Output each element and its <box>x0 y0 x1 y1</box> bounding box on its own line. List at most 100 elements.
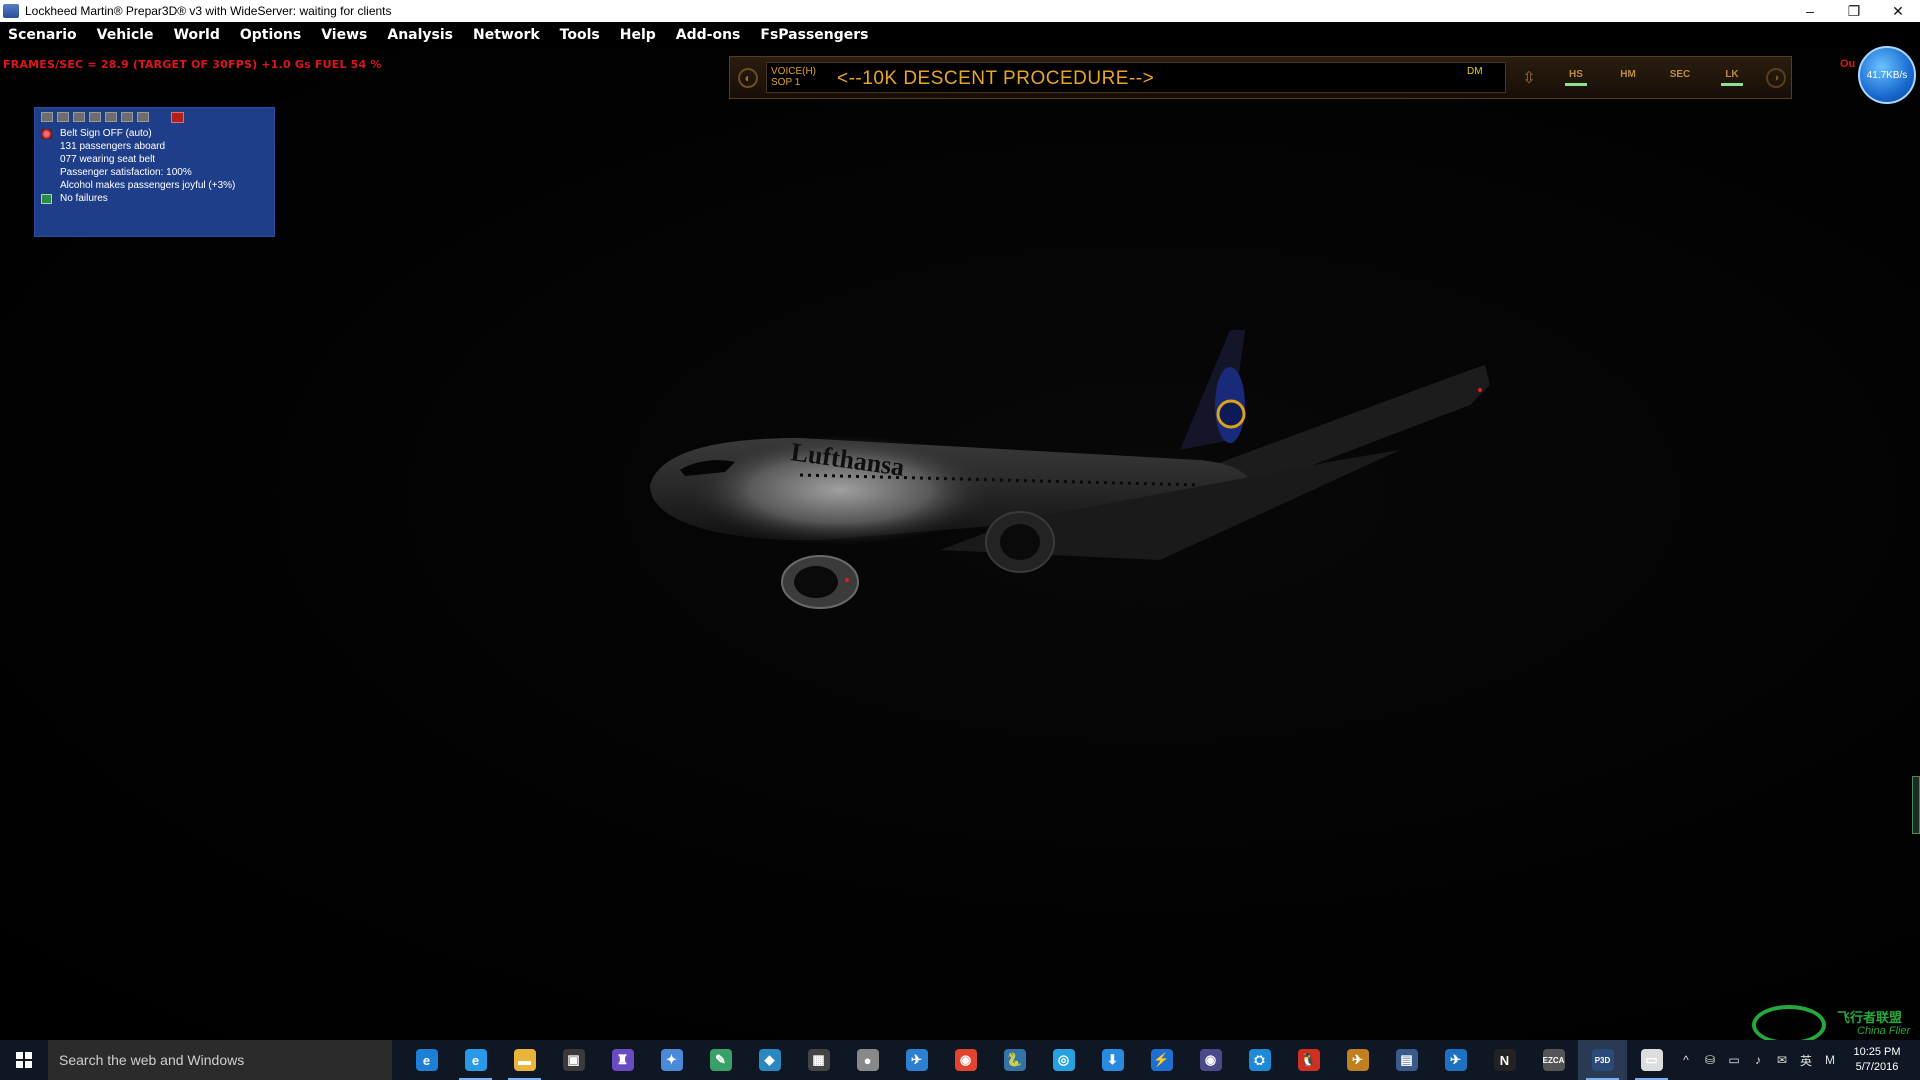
nav-light <box>1478 388 1482 392</box>
clock-date: 5/7/2016 <box>1855 1061 1899 1073</box>
search-input[interactable]: Search the web and Windows <box>48 1040 392 1080</box>
minimize-button[interactable]: – <box>1788 0 1832 22</box>
taskbar-app-python[interactable]: 🐍 <box>990 1040 1039 1080</box>
taskbar-app-app-5[interactable]: ♜ <box>598 1040 647 1080</box>
belt-icon <box>41 128 52 139</box>
volume-icon[interactable]: ♪ <box>1746 1053 1770 1067</box>
menu-fspassengers[interactable]: FsPassengers <box>760 27 868 43</box>
app-14-icon: ◎ <box>1052 1049 1075 1071</box>
taskbar-app-ezca[interactable]: EZCA <box>1529 1040 1578 1080</box>
taskbar-app-app-17[interactable]: ◉ <box>1186 1040 1235 1080</box>
app-6-icon: ✦ <box>660 1049 683 1071</box>
fs2crew-sop-bar: ◐ VOICE(H) SOP 1 <--10K DESCENT PROCEDUR… <box>729 56 1792 99</box>
voice-label: VOICE(H) <box>771 66 816 77</box>
updown-arrows-icon[interactable]: ⇳ <box>1516 63 1542 93</box>
toolbar-btn-3[interactable] <box>73 112 85 122</box>
menu-world[interactable]: World <box>174 27 220 43</box>
toolbar-btn-2[interactable] <box>57 112 69 122</box>
fps-readout: FRAMES/SEC = 28.9 (TARGET OF 30FPS) +1.0… <box>3 58 382 71</box>
toolbar-btn-6[interactable] <box>121 112 133 122</box>
menu-views[interactable]: Views <box>321 27 367 43</box>
sop-display: VOICE(H) SOP 1 <--10K DESCENT PROCEDURE-… <box>766 62 1506 93</box>
fspassengers-panel[interactable]: Belt Sign OFF (auto) 131 passengers aboa… <box>34 107 275 237</box>
taskbar-app-chrome[interactable]: ◉ <box>941 1040 990 1080</box>
taskbar-app-app-8[interactable]: ◆ <box>745 1040 794 1080</box>
taskbar-app-app-6[interactable]: ✦ <box>647 1040 696 1080</box>
taskbar-app-app-21[interactable]: ▤ <box>1382 1040 1431 1080</box>
start-button[interactable] <box>0 1040 48 1080</box>
notifications-icon[interactable]: ✉ <box>1770 1053 1794 1067</box>
clock[interactable]: 10:25 PM 5/7/2016 <box>1842 1045 1912 1075</box>
taskbar-app-p3d[interactable]: P3D <box>1578 1040 1627 1080</box>
lk-button[interactable]: LK <box>1714 63 1750 93</box>
pax-status-line: Alcohol makes passengers joyful (+3%) <box>60 180 236 191</box>
sec-button[interactable]: SEC <box>1662 63 1698 93</box>
sop-label: SOP 1 <box>771 77 801 88</box>
taskbar-app-app-11[interactable]: ✈ <box>892 1040 941 1080</box>
close-button[interactable]: ✕ <box>1876 0 1920 22</box>
network-icon[interactable]: ▭ <box>1722 1053 1746 1067</box>
store-icon: ▣ <box>562 1049 585 1071</box>
app-5-icon: ♜ <box>611 1049 634 1071</box>
taskbar-app-app-14[interactable]: ◎ <box>1039 1040 1088 1080</box>
pax-status-line: 077 wearing seat belt <box>60 154 156 165</box>
menu-help[interactable]: Help <box>620 27 656 43</box>
window-title: Lockheed Martin® Prepar3D® v3 with WideS… <box>25 4 392 18</box>
voice-toggle-icon[interactable]: ◐ <box>738 67 758 88</box>
taskbar-app-app-18[interactable]: ⛭ <box>1235 1040 1284 1080</box>
panel-close-icon[interactable] <box>171 112 184 123</box>
taskbar-app-app-19[interactable]: 🐧 <box>1284 1040 1333 1080</box>
toolbar-btn-5[interactable] <box>105 112 117 122</box>
hm-button[interactable]: HM <box>1610 63 1646 93</box>
menu-options[interactable]: Options <box>240 27 301 43</box>
taskbar-app-app-15[interactable]: ⬇ <box>1088 1040 1137 1080</box>
taskbar-app-store[interactable]: ▣ <box>549 1040 598 1080</box>
watermark-logo: 飞行者联盟 China Flier <box>1752 1005 1920 1045</box>
menu-vehicle[interactable]: Vehicle <box>97 27 154 43</box>
menu-bar: Scenario Vehicle World Options Views Ana… <box>0 22 1920 48</box>
toolbar-btn-4[interactable] <box>89 112 101 122</box>
taskbar-app-app-23[interactable]: N <box>1480 1040 1529 1080</box>
app-18-icon: ⛭ <box>1248 1049 1271 1071</box>
ime-icon[interactable]: 英 <box>1794 1052 1818 1069</box>
scroll-handle[interactable] <box>1912 776 1920 834</box>
title-bar: Lockheed Martin® Prepar3D® v3 with WideS… <box>0 0 1920 22</box>
tray-chevron-icon[interactable]: ^ <box>1674 1053 1698 1067</box>
taskbar-app-edge[interactable]: e <box>402 1040 451 1080</box>
settings-knob-icon[interactable]: ◑ <box>1766 67 1786 88</box>
tray-app-icon[interactable]: ⛁ <box>1698 1053 1722 1067</box>
app-17-icon: ◉ <box>1199 1049 1222 1071</box>
menu-tools[interactable]: Tools <box>560 27 600 43</box>
dm-label: DM <box>1467 66 1483 77</box>
taskbar-apps: e e ▬ ▣ ♜ ✦ ✎ ◆ ▦ ● ✈ ◉ 🐍 ◎ ⬇ ⚡ ◉ ⛭ 🐧 ✈ ▤ ✈ N EZCA P3D ▭ <box>402 1040 1676 1080</box>
app-20-icon: ✈ <box>1346 1049 1369 1071</box>
taskbar-app-app-22[interactable]: ✈ <box>1431 1040 1480 1080</box>
p3d-icon: P3D <box>1591 1049 1614 1071</box>
hs-button[interactable]: HS <box>1558 63 1594 93</box>
taskbar-app-app-7[interactable]: ✎ <box>696 1040 745 1080</box>
network-speed-bubble[interactable]: 41.7KB/s <box>1858 46 1916 104</box>
app-11-icon: ✈ <box>905 1049 928 1071</box>
app-26-icon: ▭ <box>1640 1049 1663 1071</box>
menu-addons[interactable]: Add-ons <box>676 27 741 43</box>
calculator-icon: ▦ <box>807 1049 830 1071</box>
taskbar-app-explorer[interactable]: ▬ <box>500 1040 549 1080</box>
menu-scenario[interactable]: Scenario <box>8 27 77 43</box>
taskbar-app-app-26[interactable]: ▭ <box>1627 1040 1676 1080</box>
taskbar-app-app-10[interactable]: ● <box>843 1040 892 1080</box>
menu-network[interactable]: Network <box>473 27 540 43</box>
app-21-icon: ▤ <box>1395 1049 1418 1071</box>
tail-logo-icon <box>1216 399 1246 429</box>
toolbar-btn-7[interactable] <box>137 112 149 122</box>
restore-button[interactable]: ❐ <box>1832 0 1876 22</box>
taskbar-app-calculator[interactable]: ▦ <box>794 1040 843 1080</box>
out-indicator: Ou <box>1840 58 1856 70</box>
taskbar-app-ie[interactable]: e <box>451 1040 500 1080</box>
toolbar-btn-1[interactable] <box>41 112 53 122</box>
menu-analysis[interactable]: Analysis <box>387 27 453 43</box>
taskbar-app-app-16[interactable]: ⚡ <box>1137 1040 1186 1080</box>
ime-mode-icon[interactable]: M <box>1818 1053 1842 1067</box>
taskbar-app-app-20[interactable]: ✈ <box>1333 1040 1382 1080</box>
clock-time: 10:25 PM <box>1853 1046 1901 1058</box>
app-8-icon: ◆ <box>758 1049 781 1071</box>
